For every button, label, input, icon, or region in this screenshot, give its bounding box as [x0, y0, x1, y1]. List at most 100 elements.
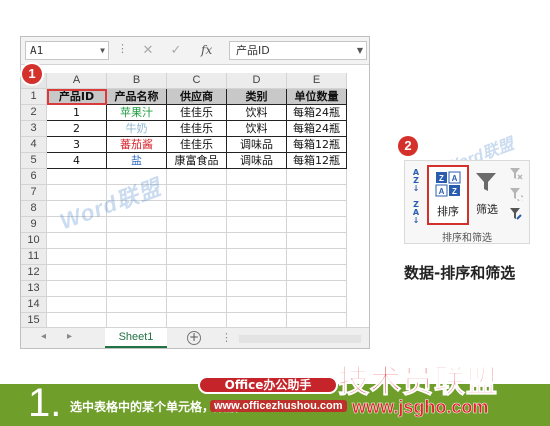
cell[interactable]	[47, 169, 107, 185]
cancel-icon[interactable]: ✕	[139, 41, 157, 60]
row-header-1[interactable]: 1	[21, 89, 47, 105]
cell[interactable]	[107, 233, 167, 249]
row-header-11[interactable]: 11	[21, 249, 47, 265]
row-header-13[interactable]: 13	[21, 281, 47, 297]
table-header-cell[interactable]: 单位数量	[287, 89, 347, 105]
cell[interactable]	[167, 265, 227, 281]
sheet-tab-sheet1[interactable]: Sheet1	[105, 328, 167, 348]
cell[interactable]	[47, 249, 107, 265]
advanced-filter-icon[interactable]	[509, 207, 523, 221]
sort-ascending-icon[interactable]: A Z ↓	[407, 169, 425, 193]
table-cell[interactable]: 每箱24瓶	[287, 121, 347, 137]
name-box[interactable]: A1 ▼	[25, 41, 109, 60]
sort-descending-icon[interactable]: Z A ↓	[407, 201, 425, 225]
table-header-cell[interactable]: 类别	[227, 89, 287, 105]
table-header-cell[interactable]: 产品名称	[107, 89, 167, 105]
cell[interactable]	[107, 281, 167, 297]
table-cell[interactable]: 饮料	[227, 121, 287, 137]
cell[interactable]	[107, 297, 167, 313]
cell[interactable]	[107, 217, 167, 233]
table-cell[interactable]: 康富食品	[167, 153, 227, 169]
row-header-6[interactable]: 6	[21, 169, 47, 185]
cell[interactable]	[287, 249, 347, 265]
cell[interactable]	[47, 233, 107, 249]
enter-icon[interactable]: ✓	[167, 41, 185, 60]
next-sheet-icon[interactable]: ▸	[67, 331, 72, 342]
cell[interactable]	[167, 233, 227, 249]
cell[interactable]	[227, 265, 287, 281]
sort-button[interactable]: Z A A Z 排序	[427, 165, 469, 225]
column-header-a[interactable]: A	[47, 73, 107, 89]
chevron-down-icon[interactable]: ▼	[100, 42, 105, 59]
cell[interactable]	[287, 297, 347, 313]
cell[interactable]	[287, 233, 347, 249]
tab-bar-splitter[interactable]: ⋮	[221, 331, 232, 344]
table-cell[interactable]: 饮料	[227, 105, 287, 121]
cell[interactable]	[167, 169, 227, 185]
table-header-cell[interactable]: 供应商	[167, 89, 227, 105]
filter-icon[interactable]	[475, 171, 497, 193]
prev-sheet-icon[interactable]: ◂	[41, 331, 46, 342]
cell[interactable]	[227, 201, 287, 217]
cell[interactable]	[287, 217, 347, 233]
table-cell[interactable]: 每箱12瓶	[287, 153, 347, 169]
cell[interactable]	[167, 201, 227, 217]
cell[interactable]	[47, 297, 107, 313]
cell[interactable]	[227, 185, 287, 201]
table-cell[interactable]: 佳佳乐	[167, 105, 227, 121]
table-cell[interactable]: 佳佳乐	[167, 137, 227, 153]
table-cell[interactable]: 2	[47, 121, 107, 137]
table-cell[interactable]: 盐	[107, 153, 167, 169]
table-cell[interactable]: 苹果汁	[107, 105, 167, 121]
cell[interactable]	[167, 185, 227, 201]
cell[interactable]	[167, 281, 227, 297]
cell[interactable]	[287, 169, 347, 185]
table-cell[interactable]: 牛奶	[107, 121, 167, 137]
row-header-7[interactable]: 7	[21, 185, 47, 201]
cell[interactable]	[167, 217, 227, 233]
cell[interactable]	[227, 233, 287, 249]
cell[interactable]	[167, 297, 227, 313]
cell[interactable]	[227, 217, 287, 233]
chevron-down-icon[interactable]: ▼	[357, 42, 363, 59]
cell[interactable]	[107, 249, 167, 265]
cell[interactable]	[227, 281, 287, 297]
cell[interactable]	[287, 265, 347, 281]
column-header-c[interactable]: C	[167, 73, 227, 89]
table-cell[interactable]: 调味品	[227, 137, 287, 153]
table-cell[interactable]: 1	[47, 105, 107, 121]
table-cell[interactable]: 蕃茄酱	[107, 137, 167, 153]
row-header-3[interactable]: 3	[21, 121, 47, 137]
row-header-14[interactable]: 14	[21, 297, 47, 313]
cell[interactable]	[107, 265, 167, 281]
row-header-4[interactable]: 4	[21, 137, 47, 153]
cell[interactable]	[287, 201, 347, 217]
row-header-10[interactable]: 10	[21, 233, 47, 249]
cell[interactable]	[287, 185, 347, 201]
formula-input[interactable]: 产品ID ▼	[229, 41, 367, 60]
table-cell[interactable]: 4	[47, 153, 107, 169]
add-sheet-icon[interactable]: +	[187, 331, 201, 345]
table-cell[interactable]: 佳佳乐	[167, 121, 227, 137]
clear-filter-icon[interactable]	[509, 167, 523, 181]
column-header-e[interactable]: E	[287, 73, 347, 89]
column-header-d[interactable]: D	[227, 73, 287, 89]
cell[interactable]	[167, 249, 227, 265]
cell[interactable]	[47, 281, 107, 297]
cell[interactable]	[227, 169, 287, 185]
row-header-8[interactable]: 8	[21, 201, 47, 217]
horizontal-scrollbar[interactable]	[239, 335, 361, 343]
reapply-icon[interactable]	[509, 187, 523, 201]
table-cell[interactable]: 调味品	[227, 153, 287, 169]
insert-function-icon[interactable]: fx	[201, 41, 212, 60]
row-header-2[interactable]: 2	[21, 105, 47, 121]
table-cell[interactable]: 3	[47, 137, 107, 153]
column-header-b[interactable]: B	[107, 73, 167, 89]
cell[interactable]	[227, 249, 287, 265]
cell[interactable]	[287, 281, 347, 297]
cell[interactable]	[47, 265, 107, 281]
table-cell[interactable]: 每箱12瓶	[287, 137, 347, 153]
cell[interactable]	[227, 297, 287, 313]
row-header-12[interactable]: 12	[21, 265, 47, 281]
row-header-9[interactable]: 9	[21, 217, 47, 233]
